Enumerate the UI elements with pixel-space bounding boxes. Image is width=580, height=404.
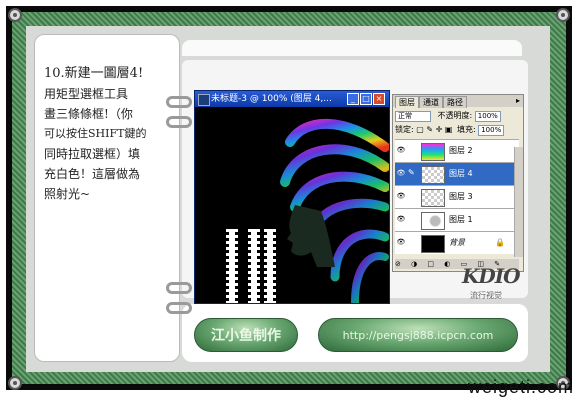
- studio-logo-subtitle: 流行视觉: [470, 291, 502, 300]
- instruction-line: 照射光~: [44, 187, 91, 201]
- layers-palette[interactable]: 图层 通道 路径 ▸ 正常 不透明度: 100% 锁定: ▢ ✎ ✛ ▣ 填充:…: [392, 94, 524, 272]
- blend-mode-select[interactable]: 正常: [395, 111, 431, 122]
- eye-icon[interactable]: 👁: [396, 192, 406, 200]
- eye-icon[interactable]: 👁: [396, 146, 406, 154]
- instruction-line: 同時拉取選框）填: [44, 147, 141, 161]
- lock-icon: 🔒: [495, 238, 505, 247]
- instruction-line: 10.新建一圖層4!: [44, 66, 144, 81]
- eye-icon[interactable]: 👁: [396, 238, 406, 246]
- instruction-line: 畫三條條框!（你: [44, 107, 133, 121]
- minimize-button[interactable]: _: [347, 93, 359, 105]
- palette-menu-icon[interactable]: ▸: [516, 96, 520, 105]
- paintbrush-icon: ✎: [408, 168, 415, 177]
- lock-row: 锁定: ▢ ✎ ✛ ▣ 填充: 100%: [395, 124, 521, 136]
- lock-transparency-icon[interactable]: ▢: [416, 125, 424, 134]
- binder-ring-icon: [166, 282, 192, 294]
- tab-paths[interactable]: 路径: [443, 96, 467, 108]
- layer-row-active[interactable]: 👁 ✎ 图层 4: [395, 162, 519, 185]
- document-title-bar[interactable]: 未标题-3 @ 100% (图层 4,... _ □ ×: [195, 91, 389, 107]
- canvas[interactable]: [195, 107, 389, 303]
- layer-row[interactable]: 👁 图层 3: [395, 185, 519, 208]
- corner-ornament-icon: [8, 376, 22, 390]
- maximize-button[interactable]: □: [360, 93, 372, 105]
- photoshop-icon: [198, 94, 210, 106]
- white-bar-shape: [248, 229, 260, 303]
- layer-thumbnail: [421, 166, 445, 184]
- layer-name: 图层 2: [449, 146, 473, 155]
- website-link-button[interactable]: http://pengsj888.icpcn.com: [318, 318, 518, 352]
- opacity-label: 不透明度:: [437, 111, 473, 120]
- close-button[interactable]: ×: [373, 93, 385, 105]
- layer-thumbnail: [421, 235, 445, 253]
- rainbow-hair-artwork: [280, 118, 389, 303]
- layer-thumbnail: [421, 189, 445, 207]
- instruction-line: 充白色！這層做為: [44, 167, 141, 181]
- lock-brush-icon[interactable]: ✎: [426, 125, 433, 134]
- site-watermark: weigeti.com: [467, 377, 574, 397]
- lock-move-icon[interactable]: ✛: [436, 125, 443, 134]
- layer-row[interactable]: 👁 背景 🔒: [395, 231, 519, 254]
- instruction-line: 可以按住SHIFT鍵的: [44, 127, 147, 140]
- right-page-top-tab: [182, 40, 522, 56]
- layer-row[interactable]: 👁 图层 1: [395, 208, 519, 231]
- layer-thumbnail: [421, 212, 445, 230]
- layer-name: 背景: [449, 238, 465, 247]
- palette-scrollbar[interactable]: [514, 147, 523, 257]
- document-title: 未标题-3 @ 100% (图层 4,...: [211, 94, 332, 104]
- layer-name: 图层 1: [449, 215, 473, 224]
- eye-icon[interactable]: 👁: [396, 215, 406, 223]
- opacity-input[interactable]: 100%: [474, 111, 501, 122]
- binder-ring-icon: [166, 302, 192, 314]
- document-window[interactable]: 未标题-3 @ 100% (图层 4,... _ □ ×: [194, 90, 390, 304]
- layer-name: 图层 4: [449, 169, 473, 178]
- eye-icon[interactable]: 👁: [396, 169, 406, 177]
- tab-channels[interactable]: 通道: [419, 96, 443, 108]
- layer-thumbnail: [421, 143, 445, 161]
- corner-ornament-icon: [8, 8, 22, 22]
- lock-all-icon[interactable]: ▣: [445, 125, 453, 134]
- author-button[interactable]: 江小鱼制作: [194, 318, 298, 352]
- white-bar-shape: [264, 229, 276, 303]
- lock-label: 锁定:: [395, 125, 414, 134]
- instruction-line: 用矩型選框工具: [44, 87, 129, 101]
- blend-row: 正常 不透明度: 100%: [395, 110, 521, 122]
- tutorial-instructions: 10.新建一圖層4! 用矩型選框工具 畫三條條框!（你 可以按住SHIFT鍵的 …: [44, 64, 172, 204]
- tab-layers[interactable]: 图层: [395, 96, 419, 108]
- white-bar-shape: [226, 229, 238, 303]
- palette-tabs: 图层 通道 路径 ▸: [393, 95, 523, 108]
- fill-input[interactable]: 100%: [478, 125, 505, 136]
- layer-row[interactable]: 👁 图层 2: [395, 139, 519, 162]
- layer-name: 图层 3: [449, 192, 473, 201]
- corner-ornament-icon: [556, 8, 570, 22]
- fill-label: 填充:: [456, 125, 476, 134]
